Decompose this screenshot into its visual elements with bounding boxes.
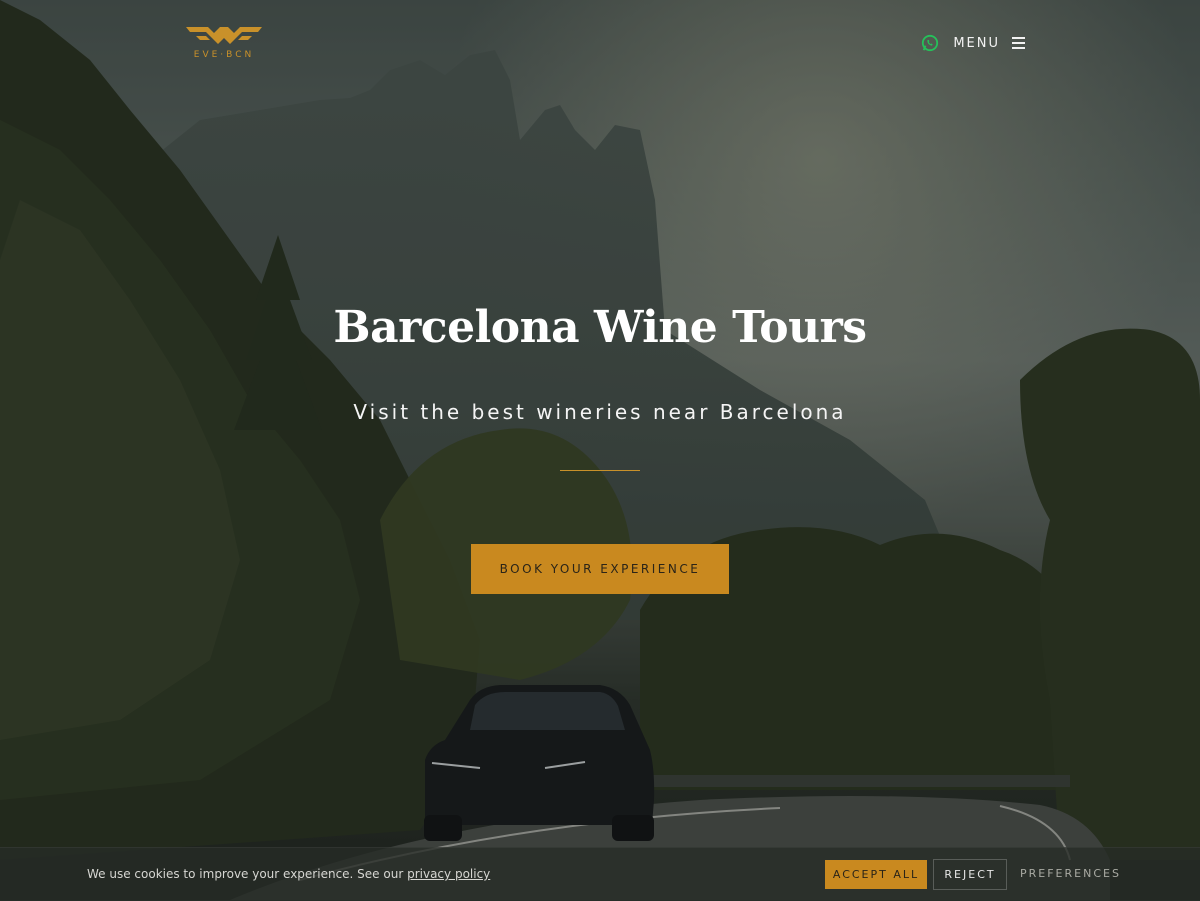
brand-logo[interactable]: EVE·BCN (184, 24, 264, 64)
privacy-policy-link[interactable]: privacy policy (407, 867, 490, 881)
accept-all-button[interactable]: ACCEPT ALL (825, 860, 927, 889)
logo-text: EVE·BCN (193, 50, 255, 60)
preferences-button[interactable]: PREFERENCES (1020, 867, 1121, 880)
logo-mark-icon (186, 27, 262, 44)
hero-section (0, 0, 1200, 900)
menu-button[interactable]: MENU (953, 36, 1025, 51)
whatsapp-icon[interactable] (921, 34, 939, 52)
title-divider (560, 470, 640, 471)
menu-label: MENU (953, 35, 1000, 51)
page-title: Barcelona Wine Tours (333, 302, 867, 353)
hero-overlay (0, 0, 1200, 900)
top-nav: MENU (921, 32, 1025, 54)
cookie-message: We use cookies to improve your experienc… (87, 867, 490, 881)
hamburger-icon (1012, 37, 1025, 49)
reject-button[interactable]: REJECT (933, 859, 1007, 890)
hero-subtitle: Visit the best wineries near Barcelona (353, 400, 847, 424)
cookie-message-text: We use cookies to improve your experienc… (87, 867, 404, 881)
cookie-banner: We use cookies to improve your experienc… (0, 847, 1200, 901)
book-experience-button[interactable]: BOOK YOUR EXPERIENCE (471, 544, 729, 594)
